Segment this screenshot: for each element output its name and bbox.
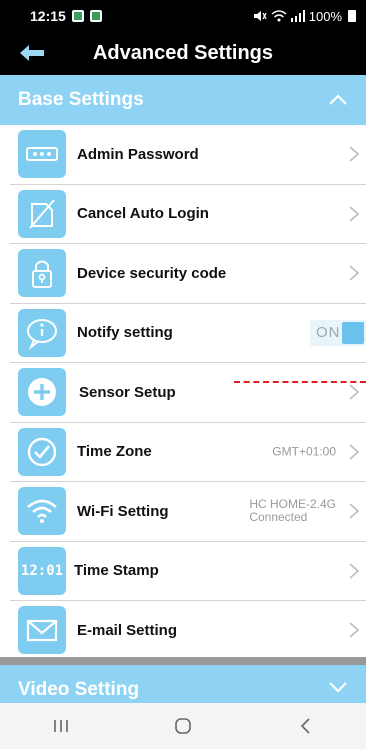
time-zone-value: GMT+01:00 <box>272 444 336 459</box>
digital-clock-text: 12:01 <box>20 562 64 579</box>
row-email-setting[interactable]: E-mail Setting <box>10 601 366 661</box>
row-label: Device security code <box>77 264 227 282</box>
wifi-connection-state: Connected <box>249 510 308 525</box>
wifi-status-icon <box>271 10 287 22</box>
section-label: Video Setting <box>18 679 140 700</box>
section-base-settings[interactable]: Base Settings <box>0 75 366 125</box>
recent-apps-icon <box>54 720 68 732</box>
row-notify-setting[interactable]: Notify setting ON <box>10 304 366 363</box>
cancel-login-icon <box>18 189 66 238</box>
page-title: Advanced Settings <box>92 42 274 64</box>
status-indicators: 100% <box>253 9 356 24</box>
chevron-right-icon <box>349 622 360 638</box>
row-label: Time Stamp <box>74 562 159 580</box>
row-cancel-auto-login[interactable]: Cancel Auto Login <box>10 185 366 244</box>
home-icon <box>175 718 191 734</box>
digital-clock-icon: 12:01 <box>18 546 66 595</box>
row-wifi-setting[interactable]: Wi-Fi Setting HC HOME-2.4G Connected <box>10 482 366 542</box>
navigation-bar <box>0 703 366 749</box>
section-label: Base Settings <box>18 89 144 110</box>
row-label: Wi-Fi Setting <box>77 502 169 520</box>
home-button[interactable] <box>163 711 203 741</box>
battery-percent: 100% <box>308 8 342 24</box>
row-admin-password[interactable]: Admin Password <box>10 125 366 185</box>
row-sensor-setup[interactable]: Sensor Setup <box>10 363 366 423</box>
notify-toggle[interactable]: ON <box>310 319 366 346</box>
back-nav-icon <box>300 718 310 734</box>
password-dots-icon <box>18 130 66 179</box>
wifi-status-value: HC HOME-2.4G Connected <box>249 498 336 524</box>
row-label: Time Zone <box>77 443 152 461</box>
status-time: 12:15 <box>30 8 66 24</box>
back-button[interactable] <box>285 711 325 741</box>
chevron-down-icon <box>329 682 347 693</box>
chevron-right-icon <box>349 444 360 460</box>
gallery-notification-icon <box>71 10 84 22</box>
chevron-up-icon <box>329 94 347 105</box>
chevron-right-icon <box>349 146 360 162</box>
red-dashed-line <box>234 381 366 383</box>
clock-check-icon <box>18 427 66 476</box>
chevron-right-icon <box>349 206 360 222</box>
back-arrow-icon[interactable] <box>18 42 46 64</box>
row-time-stamp[interactable]: 12:01 Time Stamp <box>10 542 366 601</box>
signal-icon <box>290 10 305 22</box>
title-bar: Advanced Settings <box>0 32 366 75</box>
row-label: Admin Password <box>77 145 199 163</box>
app-notification-icon <box>89 10 102 22</box>
battery-icon <box>348 10 356 22</box>
row-device-security-code[interactable]: Device security code <box>10 244 366 304</box>
recent-apps-button[interactable] <box>41 711 81 741</box>
lock-icon <box>18 249 66 298</box>
row-label: E-mail Setting <box>77 621 178 639</box>
envelope-icon <box>18 606 66 655</box>
plus-circle-icon <box>18 368 66 417</box>
chevron-right-icon <box>349 265 360 281</box>
row-time-zone[interactable]: Time Zone GMT+01:00 <box>10 423 366 482</box>
toggle-knob <box>342 321 364 344</box>
toggle-label: ON <box>316 324 341 342</box>
status-bar: 12:15 100% <box>0 0 366 32</box>
section-video-setting[interactable]: Video Setting <box>0 665 366 703</box>
chevron-right-icon <box>349 384 360 400</box>
row-label: Sensor Setup <box>79 383 176 401</box>
chevron-right-icon <box>349 563 360 579</box>
row-label: Cancel Auto Login <box>77 205 209 223</box>
info-bubble-icon <box>18 308 66 357</box>
chevron-right-icon <box>349 503 360 519</box>
mute-icon <box>253 11 267 21</box>
row-label: Notify setting <box>77 324 173 342</box>
wifi-icon <box>18 487 66 536</box>
section-divider <box>0 657 366 665</box>
settings-list: Admin Password Cancel Auto Login Device … <box>10 125 366 661</box>
